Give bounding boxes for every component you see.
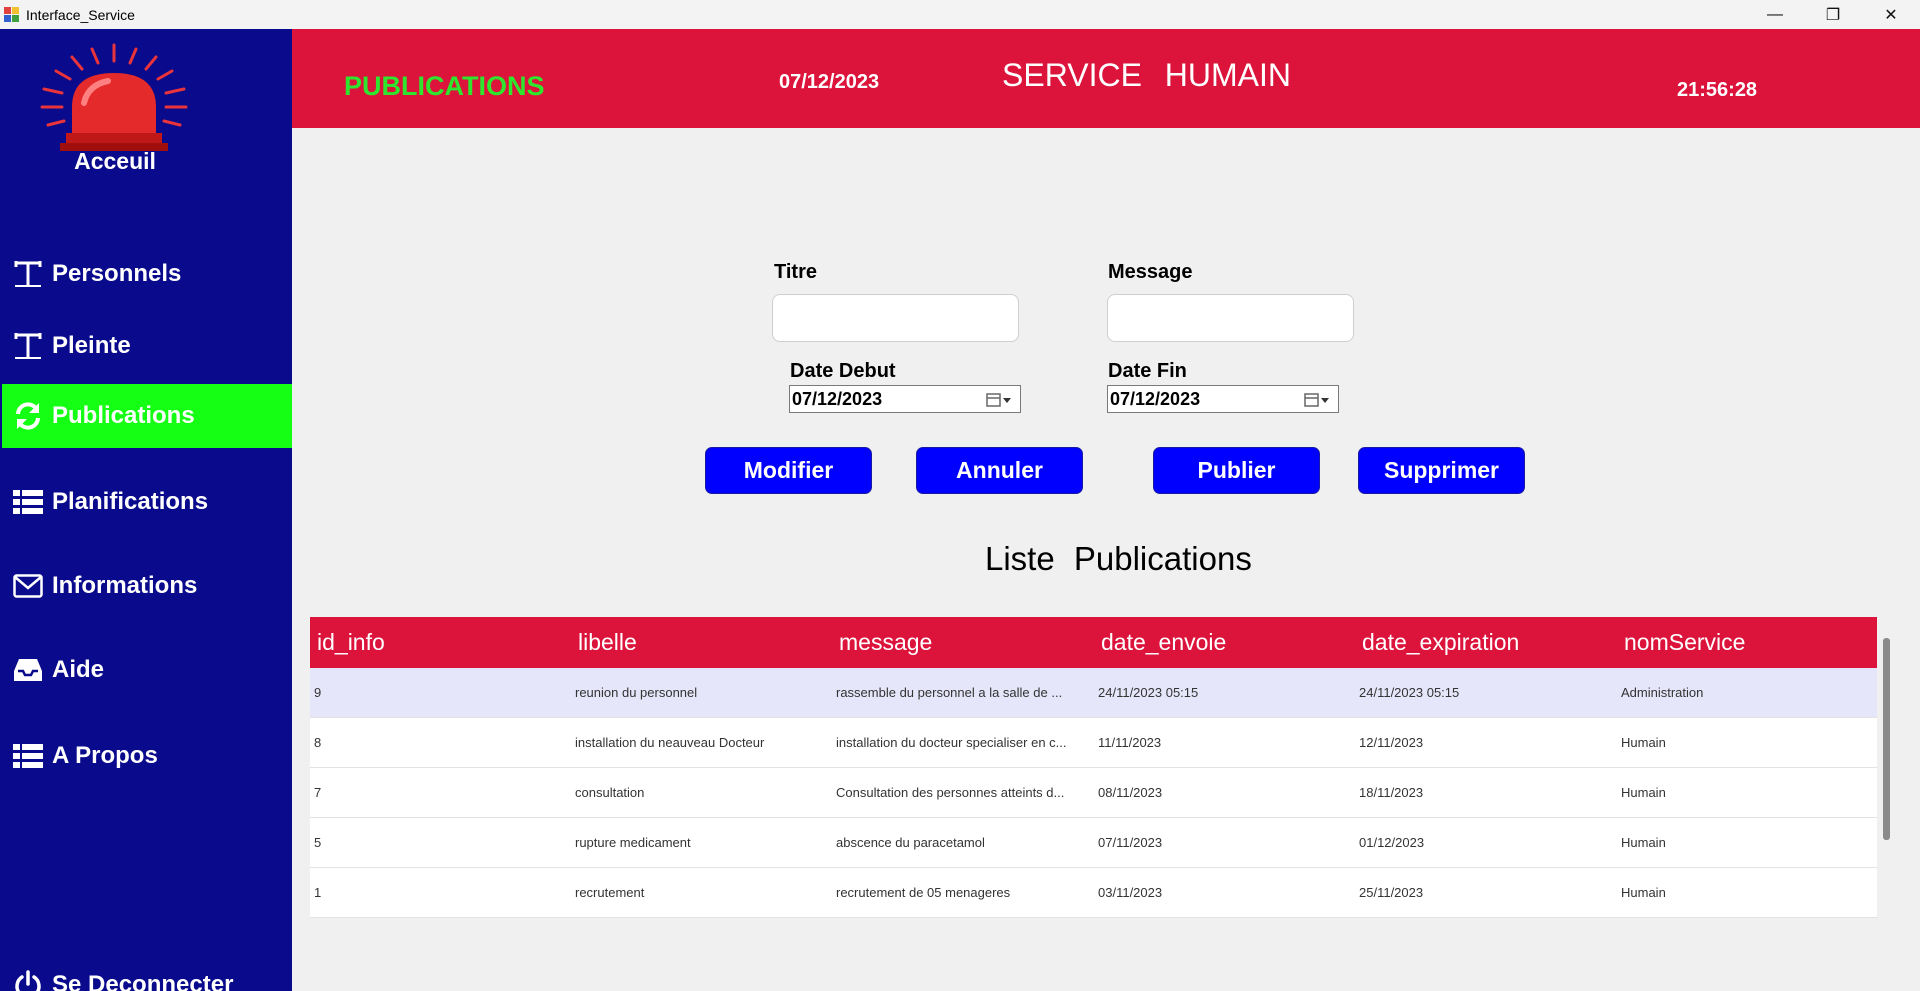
titre-input[interactable] <box>772 294 1019 342</box>
nav-informations[interactable]: Informations <box>2 554 292 618</box>
column-header[interactable]: date_envoie <box>1094 617 1355 668</box>
table-cell: reunion du personnel <box>575 685 698 700</box>
table-cell: 11/11/2023 <box>1098 735 1162 750</box>
column-header[interactable]: id_info <box>310 617 571 668</box>
table-cell: Consultation des personnes atteints d... <box>836 785 1065 800</box>
publier-button[interactable]: Publier <box>1153 447 1320 494</box>
table-cell: recrutement de 05 menageres <box>836 885 1011 900</box>
modifier-button[interactable]: Modifier <box>705 447 872 494</box>
table-header: id_info libelle message date_envoie date… <box>310 617 1877 668</box>
nav-label: Personnels <box>52 260 182 287</box>
restore-button[interactable]: ❐ <box>1804 0 1862 29</box>
message-label: Message <box>1108 261 1193 283</box>
table-cell: consultation <box>575 785 645 800</box>
date-fin-picker[interactable]: 07/12/2023 <box>1107 385 1339 413</box>
nav-planifications[interactable]: Planifications <box>2 470 292 534</box>
app-icon <box>4 6 20 23</box>
column-header[interactable]: message <box>832 617 1094 668</box>
nav-a-propos[interactable]: A Propos <box>2 724 292 788</box>
service-name: SERVICE HUMAIN <box>1002 57 1292 93</box>
mail-icon <box>12 570 44 602</box>
sidebar: Acceuil Personnels Pleinte Publications … <box>0 29 292 991</box>
table-row[interactable]: 5 rupture medicament abscence du paracet… <box>310 818 1877 868</box>
date-fin-label: Date Fin <box>1108 360 1187 382</box>
supprimer-button[interactable]: Supprimer <box>1358 447 1525 494</box>
header-clock: 21:56:28 <box>1677 79 1758 101</box>
table-cell: Humain <box>1621 735 1666 750</box>
nav-personnels[interactable]: Personnels <box>2 242 292 306</box>
calendar-dropdown-icon[interactable] <box>1304 392 1330 408</box>
nav-label: Planifications <box>52 488 209 515</box>
home-label[interactable]: Acceuil <box>0 148 230 175</box>
nav-se-deconnecter[interactable]: Se Deconnecter <box>2 953 292 991</box>
table-cell: Administration <box>1621 685 1704 700</box>
table-cell: 07/11/2023 <box>1098 835 1163 850</box>
nav-pleinte[interactable]: Pleinte <box>2 314 292 378</box>
table-cell: 1 <box>314 885 322 900</box>
table-cell: 24/11/2023 05:15 <box>1098 685 1199 700</box>
list-title: Liste Publications <box>985 540 1252 577</box>
table-cell: recrutement <box>575 885 645 900</box>
column-header[interactable]: date_expiration <box>1355 617 1617 668</box>
inbox-icon <box>12 654 44 686</box>
nav-label: Aide <box>52 656 105 683</box>
table-cell: abscence du paracetamol <box>836 835 985 850</box>
table-cell: Humain <box>1621 785 1666 800</box>
table-cell: 18/11/2023 <box>1359 785 1424 800</box>
column-header[interactable]: libelle <box>571 617 832 668</box>
nav-label: A Propos <box>52 742 158 769</box>
table-row[interactable]: 1 recrutement recrutement de 05 menagere… <box>310 868 1877 918</box>
table-row[interactable]: 7 consultation Consultation des personne… <box>310 768 1877 818</box>
annuler-button[interactable]: Annuler <box>916 447 1083 494</box>
window-titlebar: Interface_Service — ❐ ✕ <box>0 0 1920 29</box>
text-tool-icon <box>12 330 44 362</box>
table-cell: rassemble du personnel a la salle de ... <box>836 685 1063 700</box>
table-cell: 08/11/2023 <box>1098 785 1163 800</box>
nav-label: Informations <box>52 572 198 599</box>
table-cell: Humain <box>1621 885 1666 900</box>
nav-label: Pleinte <box>52 332 131 359</box>
date-debut-picker[interactable]: 07/12/2023 <box>789 385 1021 413</box>
column-header[interactable]: nomService <box>1617 617 1877 668</box>
text-tool-icon <box>12 258 44 290</box>
table-cell: 25/11/2023 <box>1359 885 1424 900</box>
calendar-dropdown-icon[interactable] <box>986 392 1012 408</box>
date-fin-value: 07/12/2023 <box>1110 388 1201 409</box>
message-input[interactable] <box>1107 294 1354 342</box>
nav-label: Publications <box>52 402 195 429</box>
date-debut-value: 07/12/2023 <box>792 388 883 409</box>
table-cell: 8 <box>314 735 322 750</box>
header-bar: PUBLICATIONS 07/12/2023 SERVICE HUMAIN 2… <box>292 29 1920 128</box>
table-cell: 12/11/2023 <box>1359 735 1424 750</box>
table-cell: 5 <box>314 835 322 850</box>
table-cell: rupture medicament <box>575 835 691 850</box>
close-button[interactable]: ✕ <box>1862 0 1920 29</box>
refresh-icon <box>12 400 44 432</box>
table-row[interactable]: 9 reunion du personnel rassemble du pers… <box>310 668 1877 718</box>
table-row[interactable]: 8 installation du neauveau Docteur insta… <box>310 718 1877 768</box>
nav-publications[interactable]: Publications <box>2 384 292 448</box>
table-cell: installation du docteur specialiser en c… <box>836 735 1067 750</box>
table-scrollbar[interactable] <box>1883 638 1890 840</box>
list-icon <box>12 740 44 772</box>
publications-table: id_info libelle message date_envoie date… <box>310 617 1877 918</box>
section-title: PUBLICATIONS <box>344 71 545 101</box>
nav-aide[interactable]: Aide <box>2 638 292 702</box>
titre-label: Titre <box>774 261 817 283</box>
date-debut-label: Date Debut <box>790 360 896 382</box>
window-title: Interface_Service <box>26 6 135 23</box>
table-cell: 7 <box>314 785 322 800</box>
table-cell: 01/12/2023 <box>1359 835 1425 850</box>
minimize-button[interactable]: — <box>1746 0 1804 29</box>
nav-label: Se Deconnecter <box>52 971 234 991</box>
table-cell: 9 <box>314 685 322 700</box>
list-icon <box>12 486 44 518</box>
table-cell: 03/11/2023 <box>1098 885 1163 900</box>
table-cell: 24/11/2023 05:15 <box>1359 685 1460 700</box>
header-date: 07/12/2023 <box>779 71 880 93</box>
table-cell: installation du neauveau Docteur <box>575 735 765 750</box>
power-icon <box>12 969 44 991</box>
table-cell: Humain <box>1621 835 1666 850</box>
